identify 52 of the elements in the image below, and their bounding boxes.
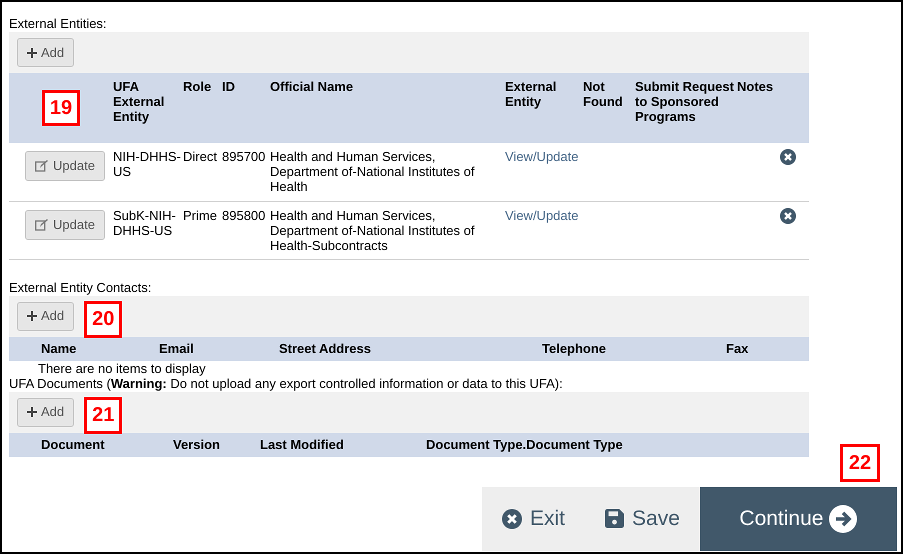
callout-label: 21 bbox=[84, 396, 122, 434]
column-header: Version bbox=[172, 436, 221, 454]
table-cell: Health and Human Services, Department of-National Institutes of Health bbox=[270, 149, 474, 194]
add-button[interactable]: Add bbox=[17, 302, 74, 330]
delete-icon[interactable] bbox=[780, 149, 796, 165]
add-button[interactable]: Add bbox=[17, 398, 74, 426]
close-icon bbox=[502, 508, 522, 528]
edit-icon bbox=[35, 218, 48, 230]
callout-label: 19 bbox=[42, 90, 80, 126]
section-label: External Entity Contacts: bbox=[9, 280, 152, 296]
column-header: Role bbox=[183, 79, 212, 94]
column-header: Notes bbox=[737, 79, 774, 94]
column-header: Street Address bbox=[278, 340, 372, 358]
plus-icon bbox=[27, 407, 37, 417]
update-button[interactable]: Update bbox=[25, 151, 105, 181]
empty-message: There are no items to display bbox=[37, 360, 207, 376]
column-header: Document bbox=[40, 436, 106, 454]
column-header: Name bbox=[40, 340, 78, 358]
save-button[interactable]: Save bbox=[585, 486, 700, 550]
column-header: UFA External Entity bbox=[113, 79, 164, 124]
column-header: Document Type.Document Type bbox=[426, 436, 624, 454]
column-header: Official Name bbox=[270, 79, 354, 94]
table-cell: Direct bbox=[183, 149, 217, 164]
delete-icon[interactable] bbox=[780, 208, 796, 224]
table-cell: 895800 bbox=[222, 208, 266, 222]
callout-label: 20 bbox=[84, 300, 122, 338]
section-label: External Entities: bbox=[9, 16, 108, 32]
edit-icon bbox=[35, 160, 48, 172]
column-header: Submit Request to Sponsored Programs bbox=[635, 79, 734, 124]
plus-icon bbox=[27, 311, 37, 321]
update-button[interactable]: Update bbox=[25, 210, 105, 240]
add-button[interactable]: Add bbox=[17, 38, 74, 67]
table-cell: SubK-NIH-DHHS-US bbox=[113, 208, 176, 238]
section-label: UFA Documents (Warning: Do not upload any export controlled information or data to this UFA): bbox=[9, 376, 564, 392]
arrow-right-icon bbox=[829, 504, 858, 532]
table-cell: NIH-DHHS-US bbox=[113, 149, 181, 179]
column-header: Not Found bbox=[583, 79, 623, 109]
column-header: Last Modified bbox=[260, 436, 345, 454]
column-header: ID bbox=[222, 79, 235, 94]
table-cell: Prime bbox=[183, 208, 217, 222]
column-header: Email bbox=[159, 340, 195, 358]
view-update-link[interactable]: View/Update bbox=[505, 149, 578, 164]
plus-icon bbox=[27, 48, 37, 58]
continue-button[interactable]: Continue bbox=[700, 486, 897, 550]
table-cell: 895700 bbox=[222, 149, 266, 164]
column-header: Fax bbox=[726, 340, 750, 358]
callout-label: 22 bbox=[840, 444, 880, 482]
column-header: External Entity bbox=[505, 79, 556, 109]
column-header: Telephone bbox=[541, 340, 608, 358]
view-update-link[interactable]: View/Update bbox=[505, 208, 578, 222]
exit-button[interactable]: Exit bbox=[482, 486, 586, 550]
table-cell: Health and Human Services, Department of-National Institutes of Health-Subcontracts bbox=[270, 208, 474, 252]
